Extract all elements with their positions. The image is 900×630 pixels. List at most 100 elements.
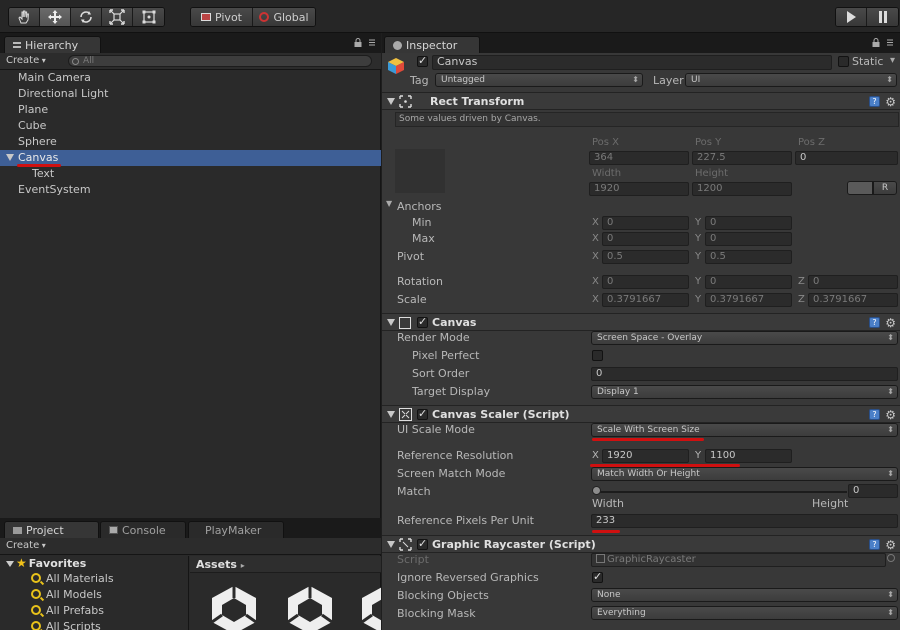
gear-icon[interactable]: ⚙ <box>885 538 896 552</box>
canvas-enabled-checkbox[interactable] <box>417 315 428 328</box>
hierarchy-item[interactable]: Text <box>0 166 381 182</box>
pivot-y-field[interactable]: 0.5 <box>705 250 792 264</box>
lock-icon[interactable] <box>354 38 362 47</box>
help-icon[interactable]: ? <box>869 96 880 107</box>
hierarchy-item[interactable]: EventSystem <box>0 182 381 198</box>
pivot-x-field[interactable]: 0.5 <box>602 250 689 264</box>
object-name-input[interactable]: Canvas <box>432 55 832 70</box>
active-checkbox[interactable] <box>417 54 428 67</box>
lock-icon[interactable] <box>872 38 880 47</box>
hierarchy-item[interactable]: Main Camera <box>0 70 381 86</box>
search-icon <box>72 58 79 65</box>
screen-match-mode-dropdown[interactable]: Match Width Or Height <box>591 467 898 481</box>
hierarchy-search-input[interactable]: All <box>68 55 372 67</box>
gear-icon[interactable]: ⚙ <box>885 95 896 109</box>
match-value-field[interactable]: 0 <box>848 484 898 498</box>
pivot-toggle-button[interactable]: Pivot <box>191 8 253 26</box>
panel-menu-icon[interactable] <box>368 38 376 47</box>
hierarchy-item[interactable]: Directional Light <box>0 86 381 102</box>
fold-arrow-icon[interactable]: ▼ <box>386 199 392 208</box>
favorite-item[interactable]: All Prefabs <box>0 603 188 619</box>
unity-scene-icon[interactable] <box>282 582 338 630</box>
ignore-reversed-checkbox[interactable] <box>592 570 603 583</box>
anchors-min-y-field[interactable]: 0 <box>705 216 792 230</box>
project-create-button[interactable]: Create <box>6 540 46 551</box>
canvas-component-header[interactable]: Canvas ? ⚙ <box>382 313 900 331</box>
favorite-item-label: All Prefabs <box>46 604 104 617</box>
anchors-max-y-field[interactable]: 0 <box>705 232 792 246</box>
rotate-tool-button[interactable] <box>71 8 102 26</box>
rect-transform-header[interactable]: Rect Transform ? ⚙ <box>382 92 900 110</box>
y-label: Y <box>695 251 702 262</box>
static-checkbox[interactable] <box>838 56 849 67</box>
anchor-preset-button[interactable] <box>395 149 445 193</box>
favorites-header[interactable]: ★ Favorites <box>0 556 188 571</box>
rotation-z-field[interactable]: 0 <box>808 275 898 289</box>
target-display-dropdown[interactable]: Display 1 <box>591 385 898 399</box>
match-slider-thumb[interactable] <box>592 486 601 495</box>
tab-project[interactable]: Project <box>4 521 99 538</box>
hierarchy-item[interactable]: Sphere <box>0 134 381 150</box>
hierarchy-item[interactable]: Plane <box>0 102 381 118</box>
help-icon[interactable]: ? <box>869 317 880 328</box>
height-field[interactable]: 1200 <box>692 182 792 196</box>
layer-dropdown[interactable]: UI <box>685 73 897 87</box>
reference-resolution-x-field[interactable]: 1920 <box>602 449 689 463</box>
favorite-item[interactable]: All Models <box>0 587 188 603</box>
global-toggle-button[interactable]: Global <box>253 8 315 26</box>
scale-z-field[interactable]: 0.3791667 <box>808 293 898 307</box>
tag-dropdown[interactable]: Untagged <box>435 73 643 87</box>
sort-order-field[interactable]: 0 <box>591 367 898 381</box>
rect-tool-button[interactable] <box>133 8 164 26</box>
object-picker-icon[interactable] <box>887 554 895 562</box>
raw-edit-button[interactable]: R <box>873 181 897 195</box>
help-icon[interactable]: ? <box>869 539 880 550</box>
script-object-field[interactable]: GraphicRaycaster <box>591 553 886 567</box>
match-slider-track[interactable] <box>595 491 847 493</box>
scale-tool-button[interactable] <box>102 8 133 26</box>
graphic-raycaster-enabled-checkbox[interactable] <box>417 537 428 550</box>
graphic-raycaster-header[interactable]: Graphic Raycaster (Script) ? ⚙ <box>382 535 900 553</box>
anchors-max-x-field[interactable]: 0 <box>602 232 689 246</box>
blocking-mask-dropdown[interactable]: Everything <box>591 606 898 620</box>
unity-scene-icon[interactable] <box>356 582 381 630</box>
unity-scene-icon[interactable] <box>206 582 262 630</box>
render-mode-dropdown[interactable]: Screen Space - Overlay <box>591 331 898 345</box>
move-tool-button[interactable] <box>40 8 71 26</box>
help-icon[interactable]: ? <box>869 409 880 420</box>
favorite-item[interactable]: All Scripts <box>0 619 188 630</box>
hierarchy-create-button[interactable]: Create <box>6 55 46 66</box>
tab-hierarchy[interactable]: Hierarchy <box>4 36 101 53</box>
pause-button[interactable] <box>867 8 898 26</box>
panel-menu-icon[interactable] <box>886 38 894 47</box>
gear-icon[interactable]: ⚙ <box>885 408 896 422</box>
tab-console[interactable]: Console <box>100 521 186 538</box>
assets-breadcrumb[interactable]: Assets ▸ <box>190 556 381 573</box>
pos-x-field[interactable]: 364 <box>589 151 689 165</box>
star-icon: ★ <box>16 556 27 570</box>
scale-x-field[interactable]: 0.3791667 <box>602 293 689 307</box>
pixel-perfect-checkbox[interactable] <box>592 350 603 361</box>
gear-icon[interactable]: ⚙ <box>885 316 896 330</box>
chevron-down-icon[interactable]: ▾ <box>890 55 895 66</box>
reference-pixels-per-unit-field[interactable]: 233 <box>591 514 898 528</box>
anchors-min-x-field[interactable]: 0 <box>602 216 689 230</box>
width-field[interactable]: 1920 <box>589 182 689 196</box>
pos-z-field[interactable]: 0 <box>795 151 898 165</box>
rotation-x-field[interactable]: 0 <box>602 275 689 289</box>
hierarchy-item[interactable]: Cube <box>0 118 381 134</box>
favorite-item[interactable]: All Materials <box>0 571 188 587</box>
blueprint-mode-button[interactable] <box>847 181 873 195</box>
hand-tool-button[interactable] <box>9 8 40 26</box>
tab-inspector[interactable]: Inspector <box>384 36 480 53</box>
ui-scale-mode-dropdown[interactable]: Scale With Screen Size <box>591 423 898 437</box>
reference-resolution-y-field[interactable]: 1100 <box>705 449 792 463</box>
rotation-y-field[interactable]: 0 <box>705 275 792 289</box>
blocking-objects-dropdown[interactable]: None <box>591 588 898 602</box>
play-button[interactable] <box>836 8 867 26</box>
canvas-scaler-enabled-checkbox[interactable] <box>417 407 428 420</box>
tab-playmaker[interactable]: PlayMaker <box>188 521 284 538</box>
pos-y-field[interactable]: 227.5 <box>692 151 792 165</box>
scale-y-field[interactable]: 0.3791667 <box>705 293 792 307</box>
canvas-scaler-header[interactable]: Canvas Scaler (Script) ? ⚙ <box>382 405 900 423</box>
